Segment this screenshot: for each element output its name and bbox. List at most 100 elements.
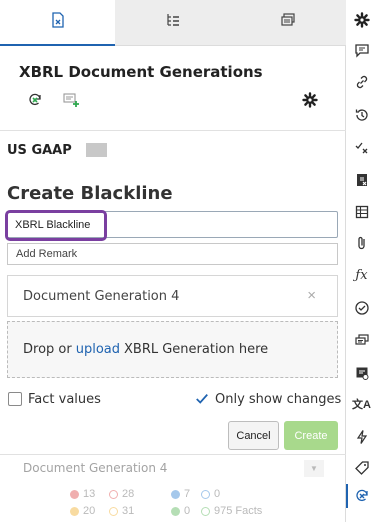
dropzone-text-after: XBRL Generation here: [124, 342, 269, 357]
yellow-dot-icon: [70, 506, 79, 516]
stat-value: 0: [184, 505, 191, 517]
refresh-generation-button[interactable]: [26, 91, 44, 109]
rail-document-formula-button[interactable]: [346, 170, 377, 190]
xbrl-panel: XBRL Document Generations US GAAP Create…: [0, 0, 346, 522]
refresh-x-icon: [26, 91, 44, 109]
red-ring-icon: [109, 489, 118, 499]
settings-button[interactable]: [301, 91, 319, 109]
stacked-pages-icon: [279, 11, 297, 34]
stat-value: 0: [214, 488, 221, 500]
rail-tags-button[interactable]: [346, 458, 377, 478]
blue-dot-icon: [171, 489, 180, 499]
rail-translate-button[interactable]: 文A: [346, 395, 377, 415]
stat-yellow-outline: 31: [109, 505, 134, 517]
upload-dropzone[interactable]: Drop or upload XBRL Generation here: [7, 321, 338, 378]
rail-settings-button[interactable]: [346, 10, 377, 30]
section-divider: [0, 454, 346, 455]
rail-validation-button[interactable]: [346, 138, 377, 158]
gear-icon: [353, 12, 370, 28]
remove-generation-button[interactable]: ×: [307, 287, 316, 304]
add-pages-icon: [61, 91, 81, 109]
create-blackline-heading: Create Blackline: [7, 183, 173, 204]
chevron-down-icon: ▼: [310, 464, 318, 473]
stat-value: 975 Facts: [214, 505, 263, 517]
active-rail-indicator: [346, 484, 348, 508]
tab-stacked-pages[interactable]: [230, 0, 346, 46]
selected-generation-name: Document Generation 4: [23, 289, 180, 304]
check-x-icon: [354, 140, 370, 156]
tree-list-icon: [164, 11, 182, 34]
green-dot-icon: [171, 506, 180, 516]
document-check-icon: [354, 365, 370, 381]
stat-blue-outline: 0: [201, 488, 220, 500]
paperclip-icon: [354, 235, 370, 251]
rail-automation-button[interactable]: [346, 427, 377, 447]
only-changes-checkbox[interactable]: [195, 392, 209, 406]
stat-value: 28: [122, 488, 135, 500]
rail-attachments-button[interactable]: [346, 233, 377, 253]
taxonomy-label: US GAAP: [7, 143, 72, 158]
lightning-icon: [354, 429, 370, 445]
fact-values-label: Fact values: [28, 391, 101, 407]
stat-value: 13: [83, 488, 96, 500]
gear-icon: [302, 92, 318, 108]
stat-red-filled: 13: [70, 488, 95, 500]
fact-values-option[interactable]: Fact values: [8, 390, 101, 408]
stat-value: 20: [83, 505, 96, 517]
remark-input[interactable]: [8, 244, 337, 264]
stat-value: 31: [122, 505, 135, 517]
tab-tree-list[interactable]: [115, 0, 231, 46]
focus-highlight: [5, 210, 107, 241]
link-icon: [354, 74, 370, 90]
rail-review-button[interactable]: [346, 298, 377, 318]
add-generation-button[interactable]: [61, 91, 81, 109]
yellow-ring-icon: [109, 506, 118, 516]
chat-bubbles-icon: [354, 332, 370, 348]
comment-icon: [354, 42, 370, 58]
rail-document-check-button[interactable]: [346, 363, 377, 383]
stat-value: 7: [184, 488, 191, 500]
table-icon: [354, 204, 370, 220]
blue-ring-icon: [201, 489, 210, 499]
stat-red-outline: 28: [109, 488, 134, 500]
only-changes-label: Only show changes: [215, 391, 342, 407]
stat-facts: 975 Facts: [201, 505, 262, 517]
rail-history-button[interactable]: [346, 105, 377, 125]
facts-ring-icon: [201, 506, 210, 516]
rail-function-button[interactable]: ƒx: [346, 265, 377, 285]
stat-yellow-filled: 20: [70, 505, 95, 517]
page-title: XBRL Document Generations: [19, 63, 263, 81]
rail-comments-button[interactable]: [346, 40, 377, 60]
only-changes-option[interactable]: Only show changes: [195, 390, 341, 408]
fact-values-checkbox[interactable]: [8, 392, 22, 406]
panel-tabs: [0, 0, 346, 46]
red-dot-icon: [70, 489, 79, 499]
blackline-name-field: [5, 210, 338, 241]
stat-green-filled: 0: [171, 505, 190, 517]
cancel-button[interactable]: Cancel: [228, 421, 279, 450]
stat-blue-filled: 7: [171, 488, 190, 500]
check-circle-icon: [354, 300, 370, 316]
taxonomy-version-redacted: [86, 143, 107, 157]
selected-generation-card: Document Generation 4 ×: [7, 275, 338, 317]
rail-links-button[interactable]: [346, 72, 377, 92]
tag-icon: [354, 460, 370, 476]
tab-document-generations[interactable]: [0, 0, 116, 46]
previous-generation-dropdown[interactable]: ▼: [304, 460, 324, 477]
create-button[interactable]: Create: [284, 421, 338, 450]
dropzone-text-before: Drop or: [23, 342, 72, 357]
section-divider: [0, 130, 346, 131]
function-icon: ƒx: [355, 267, 368, 283]
xbrl-sync-icon: [354, 488, 370, 504]
rail-table-button[interactable]: [346, 202, 377, 222]
remark-field: [7, 243, 338, 265]
previous-generation-name: Document Generation 4: [23, 461, 168, 475]
document-formula-icon: [354, 172, 370, 188]
right-toolbar: ƒx 文A: [346, 0, 377, 522]
rail-xbrl-button[interactable]: [346, 486, 377, 506]
rail-discussion-button[interactable]: [346, 330, 377, 350]
upload-link[interactable]: upload: [76, 342, 120, 357]
history-icon: [354, 107, 370, 123]
document-formula-icon: [49, 11, 67, 34]
translate-icon: 文A: [352, 398, 371, 411]
